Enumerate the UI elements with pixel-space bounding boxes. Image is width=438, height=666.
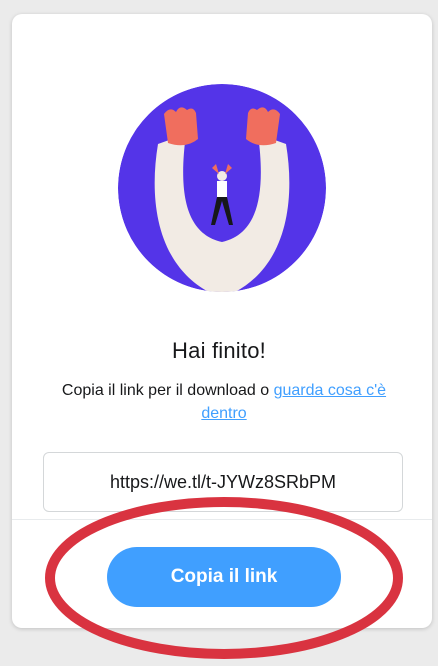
screen: Hai finito! Copia il link per il downloa… <box>0 0 438 666</box>
dialog-subtitle: Copia il link per il download o guarda c… <box>40 379 408 425</box>
dialog-title: Hai finito! <box>172 338 266 363</box>
person-raising-arms-icon <box>118 84 326 292</box>
copy-link-button[interactable]: Copia il link <box>107 547 341 607</box>
download-link-field[interactable] <box>43 452 403 512</box>
divider <box>12 519 432 520</box>
subtitle-text: Copia il link per il download o <box>61 382 274 399</box>
